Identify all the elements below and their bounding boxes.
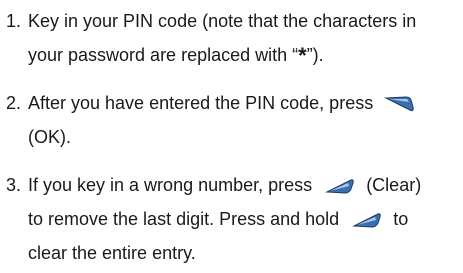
- ok-softkey-icon: [380, 92, 420, 116]
- clear-softkey-icon: [346, 208, 386, 232]
- step-text: After you have entered the PIN code, pre…: [28, 93, 374, 113]
- clear-softkey-icon: [319, 174, 359, 198]
- step-number: 1.: [6, 11, 22, 31]
- step-number: 2.: [6, 93, 22, 113]
- step-number: 3.: [6, 175, 22, 195]
- step-text-line: your password are replaced with “*”).: [28, 38, 324, 73]
- step-text: to: [393, 209, 409, 229]
- step-text: to remove the last digit. Press and hold: [28, 209, 340, 229]
- step-text: If you key in a wrong number, press: [28, 175, 313, 195]
- step-1: 1. Key in your PIN code (note that the c…: [0, 4, 463, 74]
- asterisk-symbol: *: [298, 43, 307, 68]
- step-3: 3. If you key in a wrong number, press (…: [0, 168, 463, 272]
- step-text-line: If you key in a wrong number, press (Cle…: [28, 168, 421, 202]
- step-text-line: After you have entered the PIN code, pre…: [28, 86, 422, 120]
- step-text: ”).: [306, 45, 324, 65]
- step-text: (Clear): [366, 175, 422, 195]
- step-text-line: (OK).: [28, 127, 71, 147]
- step-text-line: clear the entire entry.: [28, 243, 196, 263]
- step-text-line: Key in your PIN code (note that the char…: [28, 11, 417, 31]
- step-2: 2. After you have entered the PIN code, …: [0, 86, 463, 156]
- step-text: your password are replaced with “: [28, 45, 299, 65]
- step-text-line: to remove the last digit. Press and hold…: [28, 202, 408, 236]
